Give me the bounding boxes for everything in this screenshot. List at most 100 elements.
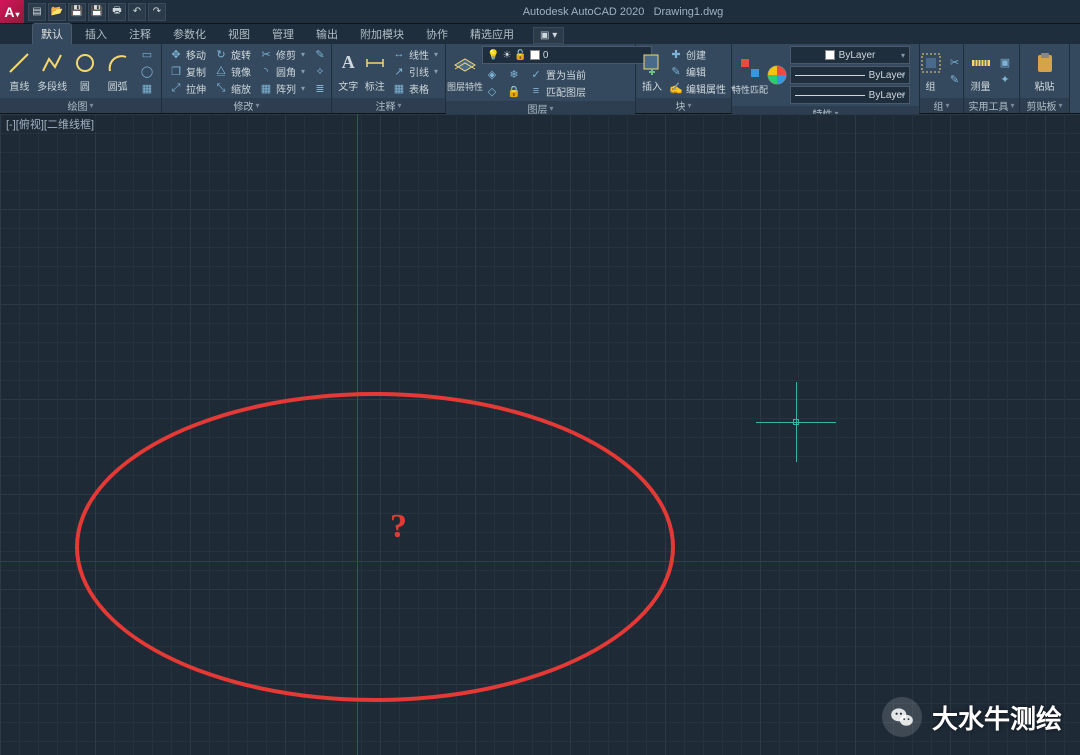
color-dropdown[interactable]: ByLayer (790, 46, 910, 64)
line-button[interactable]: 直线 (4, 46, 35, 96)
util-extra-1[interactable]: ▣ (995, 55, 1015, 71)
color-wheel-button[interactable] (766, 50, 788, 100)
app-menu-button[interactable]: A (0, 0, 24, 24)
tab-output[interactable]: 输出 (307, 23, 347, 44)
tab-insert[interactable]: 插入 (76, 23, 116, 44)
offset-button[interactable]: ≣ (310, 80, 330, 96)
fillet-button[interactable]: ◝圆角 (256, 63, 308, 79)
layer-name: 0 (543, 50, 549, 61)
move-button[interactable]: ✥移动 (166, 46, 209, 62)
tab-manage[interactable]: 管理 (263, 23, 303, 44)
grid-line (0, 684, 1080, 685)
draw-extra-2[interactable]: ◯ (137, 63, 157, 79)
panel-clip-title[interactable]: 剪贴板 (1020, 98, 1069, 113)
tab-parametric[interactable]: 参数化 (164, 23, 215, 44)
measure-button[interactable]: 测量 (968, 46, 993, 96)
draw-extra-3[interactable]: ▦ (137, 80, 157, 96)
hatch-icon: ▦ (140, 81, 154, 95)
explode-button[interactable]: ✧ (310, 63, 330, 79)
leader-button[interactable]: ↗引线 (389, 63, 441, 79)
array-button[interactable]: ▦阵列 (256, 80, 308, 96)
quick-access-toolbar: ▤ 📂 💾 💾 🖶 ↶ ↷ (28, 3, 166, 21)
grid-line (608, 114, 609, 755)
copy-button[interactable]: ❐复制 (166, 63, 209, 79)
grid-line (969, 114, 970, 755)
tab-default[interactable]: 默认 (32, 23, 72, 44)
tab-addins[interactable]: 附加模块 (351, 23, 413, 44)
circle-button[interactable]: 圆 (70, 46, 101, 96)
qat-new-icon[interactable]: ▤ (28, 3, 46, 21)
edit-block-button[interactable]: ✎编辑 (666, 63, 738, 79)
panel-modify-title[interactable]: 修改 (162, 98, 331, 113)
panel-layers: 图层特性 💡 ☀ 🔓 0 ◈ ◇ ❄ 🔒 (446, 44, 636, 113)
copy-icon: ❐ (169, 64, 183, 78)
rotate-button[interactable]: ↻旋转 (211, 46, 254, 62)
tab-view[interactable]: 视图 (219, 23, 259, 44)
group-button[interactable]: 组 (919, 46, 943, 96)
ribbon-tabs: 默认 插入 注释 参数化 视图 管理 输出 附加模块 协作 精选应用 ▣ ▾ (0, 24, 1080, 44)
stretch-icon: ⤢ (169, 81, 183, 95)
qat-save-icon[interactable]: 💾 (68, 3, 86, 21)
qat-saveas-icon[interactable]: 💾 (88, 3, 106, 21)
layer-sun-icon: ☀ (502, 50, 511, 61)
qat-undo-icon[interactable]: ↶ (128, 3, 146, 21)
qat-plot-icon[interactable]: 🖶 (108, 3, 126, 21)
grid-line (0, 304, 1080, 305)
panel-utilities: 测量 ▣ ✦ 实用工具 (964, 44, 1020, 113)
qat-redo-icon[interactable]: ↷ (148, 3, 166, 21)
point-icon: ✦ (998, 73, 1012, 87)
layer-dropdown[interactable]: 💡 ☀ 🔓 0 (482, 46, 652, 64)
grid-line (1007, 114, 1008, 755)
util-extra-2[interactable]: ✦ (995, 72, 1015, 88)
panel-util-title[interactable]: 实用工具 (964, 98, 1019, 113)
arc-button[interactable]: 圆弧 (102, 46, 133, 96)
scale-button[interactable]: ⤡缩放 (211, 80, 254, 96)
tab-overflow-button[interactable]: ▣ ▾ (533, 27, 564, 44)
match-layer-button[interactable]: ≡匹配图层 (526, 83, 589, 99)
linear-dim-button[interactable]: ↔线性 (389, 46, 441, 62)
edit-block-icon: ✎ (669, 64, 683, 78)
tab-collab[interactable]: 协作 (417, 23, 457, 44)
polyline-button[interactable]: 多段线 (37, 46, 68, 96)
match-props-button[interactable]: 特性匹配 (736, 50, 764, 100)
explode-icon: ✧ (313, 64, 327, 78)
grid-line (912, 114, 913, 755)
layer-tool-1[interactable]: ◈ (482, 66, 502, 82)
drawing-canvas[interactable]: [-][俯视][二维线框] ? 大水牛测绘 (0, 114, 1080, 755)
erase-button[interactable]: ✎ (310, 46, 330, 62)
layer-properties-button[interactable]: 图层特性 (450, 48, 480, 98)
edit-attr-button[interactable]: ✍编辑属性 (666, 80, 738, 96)
table-button[interactable]: ▦表格 (389, 80, 441, 96)
lineweight-dropdown[interactable]: ByLayer (790, 66, 910, 84)
panel-draw-title[interactable]: 绘图 (0, 98, 161, 113)
linetype-dropdown[interactable]: ByLayer (790, 86, 910, 104)
panel-group-title[interactable]: 组 (920, 98, 963, 113)
panel-draw: 直线 多段线 圆 圆弧 ▭ ◯ (0, 44, 162, 113)
grid-line (0, 361, 1080, 362)
layer-tool-2[interactable]: ◇ (482, 83, 502, 99)
panel-block-title[interactable]: 块 (636, 98, 731, 113)
tab-annotate[interactable]: 注释 (120, 23, 160, 44)
viewport-label[interactable]: [-][俯视][二维线框] (4, 116, 96, 132)
group-extra-1[interactable]: ✂ (945, 55, 965, 71)
text-button[interactable]: A 文字 (336, 46, 360, 96)
mirror-button[interactable]: ⧋镜像 (211, 63, 254, 79)
layer-tool-4[interactable]: 🔒 (504, 83, 524, 99)
dimension-button[interactable]: 标注 (362, 46, 386, 96)
draw-extra-1[interactable]: ▭ (137, 46, 157, 62)
create-block-button[interactable]: ✚创建 (666, 46, 738, 62)
paste-button[interactable]: 粘贴 (1028, 46, 1062, 96)
qat-open-icon[interactable]: 📂 (48, 3, 66, 21)
trim-button[interactable]: ✂修剪 (256, 46, 308, 62)
insert-block-button[interactable]: 插入 (640, 46, 664, 96)
tab-featured[interactable]: 精选应用 (461, 23, 523, 44)
panel-annotate-title[interactable]: 注释 (332, 98, 445, 113)
grid-line (0, 247, 1080, 248)
leader-icon: ↗ (392, 64, 406, 78)
stretch-button[interactable]: ⤢拉伸 (166, 80, 209, 96)
grid-line (1026, 114, 1027, 755)
layer-tool-3[interactable]: ❄ (504, 66, 524, 82)
group-extra-2[interactable]: ✎ (945, 72, 965, 88)
make-current-button[interactable]: ✓置为当前 (526, 66, 589, 82)
grid-line (76, 114, 77, 755)
